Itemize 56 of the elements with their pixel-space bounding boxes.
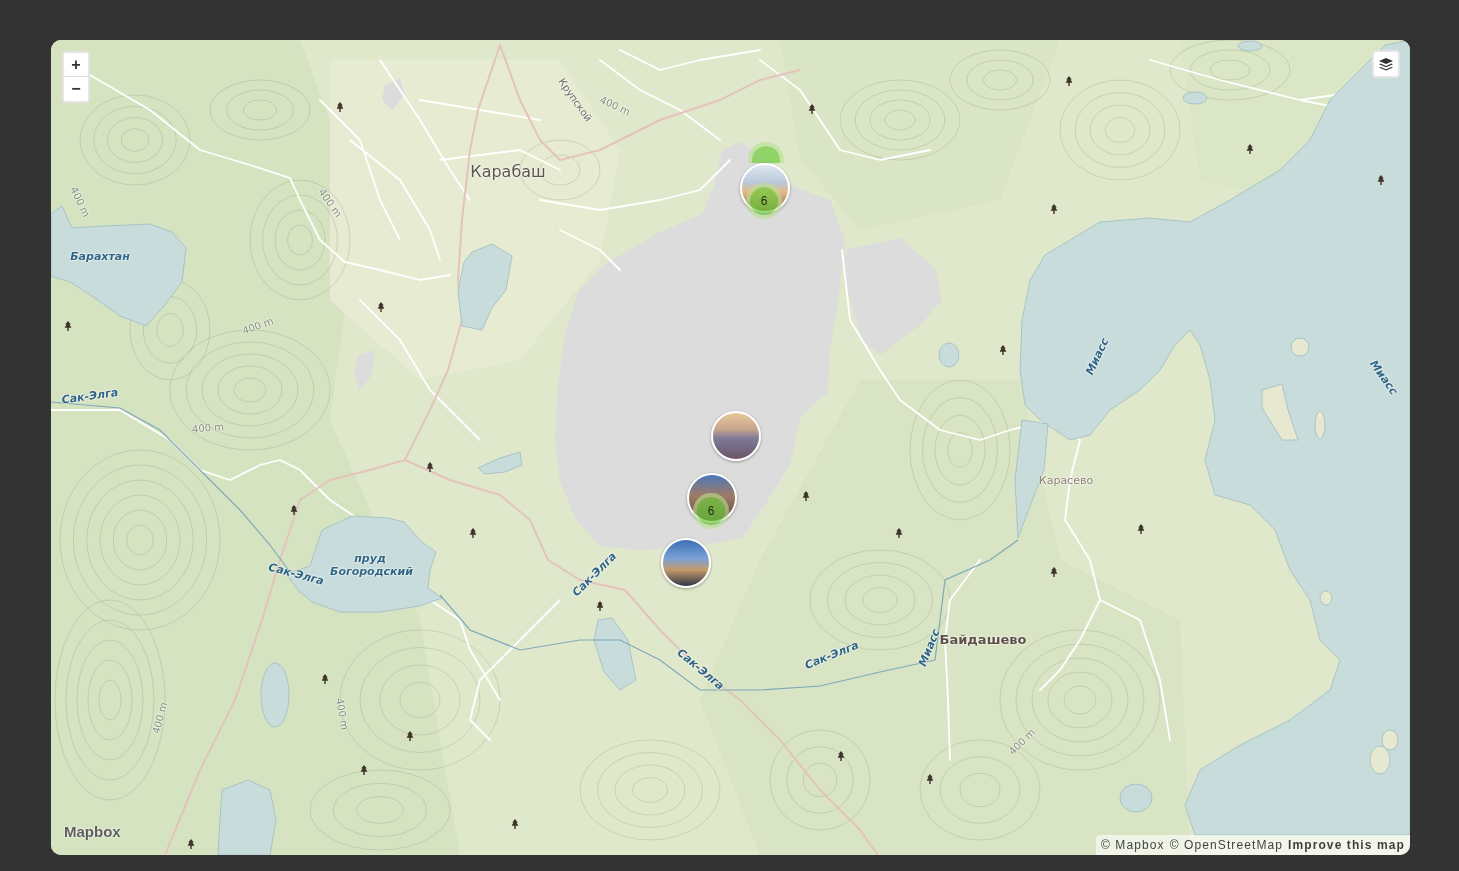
island [1319, 590, 1333, 606]
tree-icon [926, 774, 934, 784]
elevation-label: 400 m [191, 420, 225, 436]
water-label: Барахтан [70, 250, 130, 264]
tree-icon [426, 462, 434, 472]
tree-icon [1246, 144, 1254, 154]
tree-icon [999, 345, 1007, 355]
tree-icon [1377, 175, 1385, 185]
logo-wordmark[interactable]: Mapbox [64, 820, 121, 843]
tree-icon [187, 839, 195, 849]
village-label: Карасево [1038, 474, 1094, 488]
elevation-label: 400 m [68, 185, 92, 219]
tree-icon [360, 765, 368, 775]
island [1261, 383, 1299, 441]
elevation-label: 400 m [333, 697, 351, 731]
tree-icon [290, 505, 298, 515]
layers-icon [1379, 57, 1393, 71]
water-label: Сак-Элга [61, 386, 119, 408]
tree-icon [336, 102, 344, 112]
island [1381, 729, 1399, 751]
elevation-label: 400 m [150, 701, 170, 735]
tree-icon [895, 528, 903, 538]
elevation-label: 400 m [241, 315, 275, 337]
land-use-area [382, 78, 405, 110]
tree-icon [837, 751, 845, 761]
road [559, 229, 621, 271]
tree-icon [1065, 76, 1073, 86]
tree-icon [469, 528, 477, 538]
tree-icon [808, 104, 816, 114]
tree-icon [1137, 524, 1145, 534]
island [1290, 337, 1310, 357]
lake [260, 662, 290, 728]
layers-button[interactable] [1372, 50, 1400, 78]
tree-icon [377, 302, 385, 312]
lake [477, 451, 523, 475]
elevation-label: 400 m [316, 186, 344, 220]
tree-icon [406, 731, 414, 741]
tree-icon [1050, 204, 1058, 214]
attribution-link[interactable]: © Mapbox [1100, 836, 1165, 854]
island [1314, 410, 1326, 440]
tree-icon [511, 819, 519, 829]
town-label: Карабаш [470, 162, 546, 182]
elevation-label: 400 m [598, 94, 632, 118]
village-label: Байдашево [939, 632, 1027, 648]
tree-icon [64, 321, 72, 331]
zoom-out-button[interactable]: − [64, 77, 88, 101]
tree-icon [321, 674, 329, 684]
elevation-label: 400 m [1006, 726, 1038, 758]
attribution-link[interactable]: Improve this map [1288, 836, 1405, 854]
lake [938, 342, 960, 368]
zoom-in-button[interactable]: + [64, 53, 88, 77]
tree-icon [1050, 567, 1058, 577]
island [1369, 745, 1391, 775]
tree-icon [802, 491, 810, 501]
tree-icon [596, 601, 604, 611]
attribution-link[interactable]: © OpenStreetMap [1169, 836, 1284, 854]
